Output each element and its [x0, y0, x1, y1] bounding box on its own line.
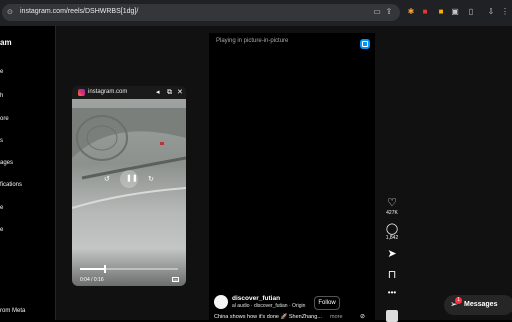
- messages-label: Messages: [464, 301, 498, 308]
- sidebar: [0, 26, 56, 320]
- cast-icon[interactable]: ▭: [372, 7, 382, 17]
- sidebar-item-home[interactable]: e: [0, 69, 3, 75]
- extension-puzzle-icon[interactable]: ▣: [450, 7, 460, 17]
- menu-icon[interactable]: ⋮: [500, 7, 510, 17]
- sidebar-item-explore[interactable]: ore: [0, 116, 9, 122]
- share-icon[interactable]: ⇪: [384, 7, 394, 17]
- progress-fill: [80, 268, 106, 270]
- audio-thumbnail[interactable]: [386, 310, 398, 322]
- captions-icon[interactable]: CC: [172, 277, 179, 282]
- sidebar-item-search[interactable]: h: [0, 93, 3, 99]
- back-to-tab-icon[interactable]: ⧉: [167, 89, 172, 97]
- sidebar-item-create[interactable]: e: [0, 205, 3, 211]
- sidebar-footer[interactable]: rom Meta: [0, 308, 25, 314]
- volume-icon[interactable]: ⊘: [360, 313, 365, 320]
- sidebar-item-messages[interactable]: ages: [0, 160, 13, 166]
- pip-status-text: Playing in picture-in-picture: [216, 38, 289, 44]
- progress-bar[interactable]: [80, 265, 178, 273]
- mute-icon[interactable]: ◂: [156, 89, 160, 97]
- like-count: 427K: [386, 210, 398, 216]
- forward-icon[interactable]: ↻: [148, 176, 154, 184]
- close-icon[interactable]: ✕: [177, 89, 183, 97]
- browser-toolbar: ⊙ instagram.com/reels/DSHWRBS[1dg]/ ▭ ⇪ …: [0, 0, 512, 26]
- extension-icon[interactable]: ✱: [406, 7, 416, 17]
- follow-button[interactable]: Follow: [314, 296, 340, 310]
- rewind-icon[interactable]: ↺: [104, 176, 110, 184]
- caption-more-link[interactable]: more: [330, 314, 343, 320]
- avatar[interactable]: [214, 295, 228, 309]
- extension-icon[interactable]: ■: [420, 7, 430, 17]
- pause-icon: ❚❚: [126, 175, 138, 182]
- pip-titlebar: instagram.com ◂ ⧉ ✕: [72, 86, 186, 99]
- progress-thumb[interactable]: [104, 265, 107, 273]
- sidebar-item-reels[interactable]: s: [0, 138, 3, 144]
- download-icon[interactable]: ⇩: [486, 7, 496, 17]
- author-name[interactable]: discover_futian: [232, 295, 280, 302]
- share-icon[interactable]: ➤: [384, 247, 400, 260]
- like-icon[interactable]: ♡: [384, 196, 400, 209]
- instagram-favicon-icon: [78, 89, 85, 96]
- sidebar-item-profile[interactable]: e: [0, 227, 3, 233]
- url-text[interactable]: instagram.com/reels/DSHWRBS[1dg]/: [20, 8, 138, 15]
- messages-badge: 1: [455, 297, 462, 304]
- comment-icon[interactable]: ◯: [384, 222, 400, 235]
- caption-text: China shows how it's done 🚀 ShenZhang...: [214, 314, 322, 320]
- instagram-logo[interactable]: am: [0, 38, 12, 47]
- audio-info[interactable]: al audio · discover_futian · Origin: [232, 303, 312, 309]
- pip-video[interactable]: [72, 98, 186, 286]
- sidebar-icon[interactable]: ▯: [466, 7, 476, 17]
- pip-title: instagram.com: [88, 89, 128, 95]
- comment-count: 1,842: [385, 235, 399, 241]
- reel-player[interactable]: [209, 33, 375, 320]
- save-icon[interactable]: ⊓: [384, 268, 400, 281]
- time-display: 0:04 / 0:16: [80, 277, 104, 283]
- pause-button[interactable]: ❚❚: [120, 170, 138, 188]
- extension-icon[interactable]: ■: [436, 7, 446, 17]
- sidebar-item-notifications[interactable]: fications: [0, 182, 22, 188]
- video-frame-image: [72, 108, 186, 209]
- more-options-icon[interactable]: •••: [384, 288, 400, 297]
- site-info-icon[interactable]: ⊙: [7, 8, 13, 16]
- pip-toggle-icon[interactable]: [360, 39, 370, 49]
